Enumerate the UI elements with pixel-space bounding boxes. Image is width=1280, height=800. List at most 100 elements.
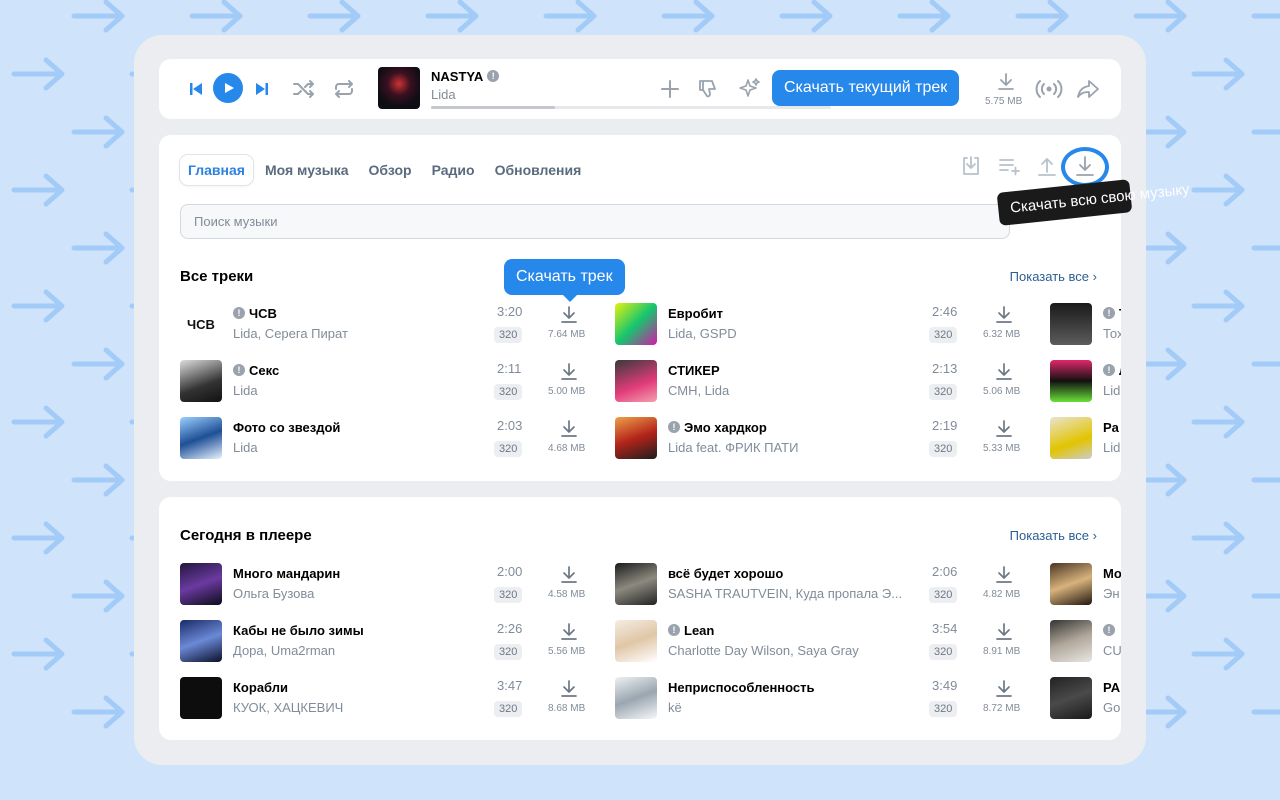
download-icon[interactable]	[993, 304, 1015, 326]
tab-0[interactable]: Главная	[180, 155, 253, 185]
track-row[interactable]: Много мандарин Ольга Бузова 2:00 320 4.58 MB	[180, 563, 600, 607]
background-arrow-icon	[1190, 402, 1250, 442]
track-cover[interactable]	[1050, 620, 1092, 662]
track-artist[interactable]: Дора, Uma2rman	[233, 643, 335, 658]
track-row[interactable]: CU	[1050, 620, 1121, 664]
repeat-icon[interactable]	[329, 74, 359, 104]
download-icon[interactable]	[993, 564, 1015, 586]
track-artist[interactable]: Lid	[1103, 440, 1120, 455]
track-title: Pa	[1103, 420, 1119, 435]
track-artist[interactable]: Lid	[1103, 383, 1120, 398]
track-artist[interactable]: Lida feat. ФРИК ПАТИ	[668, 440, 798, 455]
background-arrow-icon	[10, 634, 70, 674]
sparkle-icon[interactable]	[735, 74, 765, 104]
download-icon[interactable]	[993, 361, 1015, 383]
track-row[interactable]: Эмо хардкор Lida feat. ФРИК ПАТИ 2:19 320 5.…	[615, 417, 1035, 461]
download-icon[interactable]	[993, 678, 1015, 700]
add-playlist-icon[interactable]	[995, 152, 1023, 180]
track-artist[interactable]: Эн	[1103, 586, 1120, 601]
track-cover[interactable]: ЧСВ	[180, 303, 222, 345]
download-icon[interactable]	[558, 304, 580, 326]
tab-1[interactable]: Моя музыка	[257, 155, 357, 185]
current-track-artist[interactable]: Lida	[431, 87, 456, 102]
track-cover[interactable]	[180, 417, 222, 459]
track-artist[interactable]: Lida	[233, 383, 258, 398]
search-input[interactable]: Поиск музыки	[180, 204, 1010, 239]
explicit-icon	[487, 70, 500, 82]
tooltip-caret	[563, 295, 577, 302]
track-row[interactable]: ЧСВ ЧСВ Lida, Серега Пират 3:20 320 7.64 MB	[180, 303, 600, 347]
track-cover[interactable]	[1050, 360, 1092, 402]
track-file-size: 5.33 MB	[983, 443, 1021, 454]
bitrate-badge: 320	[929, 384, 958, 400]
tab-3[interactable]: Радио	[424, 155, 483, 185]
track-artist[interactable]: kё	[668, 700, 682, 715]
upload-icon[interactable]	[1033, 152, 1061, 180]
track-artist[interactable]: СМН, Lida	[668, 383, 729, 398]
track-artist[interactable]: Lida	[233, 440, 258, 455]
track-row[interactable]: Мо Эн	[1050, 563, 1121, 607]
track-cover[interactable]	[180, 563, 222, 605]
track-cover[interactable]	[615, 563, 657, 605]
track-artist[interactable]: Lida, Серега Пират	[233, 326, 348, 341]
share-icon[interactable]	[1073, 74, 1103, 104]
track-row[interactable]: Фото со звездой Lida 2:03 320 4.68 MB	[180, 417, 600, 461]
today-show-all-link[interactable]: Показать все ›	[1010, 528, 1097, 543]
track-artist[interactable]: Charlotte Day Wilson, Saya Gray	[668, 643, 859, 658]
track-cover[interactable]	[615, 360, 657, 402]
track-row[interactable]: всё будет хорошо SASHA TRAUTVEIN, Куда пр…	[615, 563, 1035, 607]
track-cover[interactable]	[615, 303, 657, 345]
track-cover[interactable]	[1050, 303, 1092, 345]
track-cover[interactable]	[1050, 677, 1092, 719]
track-cover[interactable]	[180, 620, 222, 662]
previous-icon[interactable]	[181, 74, 211, 104]
track-artist[interactable]: CU	[1103, 643, 1121, 658]
track-artist[interactable]: Ольга Бузова	[233, 586, 314, 601]
track-cover[interactable]	[615, 620, 657, 662]
track-file-size: 8.72 MB	[983, 703, 1021, 714]
all-tracks-show-all-link[interactable]: Показать все ›	[1010, 269, 1097, 284]
progress-bar[interactable]	[431, 106, 831, 109]
download-icon[interactable]	[558, 678, 580, 700]
track-row[interactable]: Pa Lid	[1050, 417, 1121, 461]
track-artist[interactable]: Lida, GSPD	[668, 326, 737, 341]
track-cover[interactable]	[180, 677, 222, 719]
track-artist[interactable]: Go	[1103, 700, 1120, 715]
download-icon[interactable]	[558, 418, 580, 440]
tab-2[interactable]: Обзор	[361, 155, 420, 185]
next-icon[interactable]	[247, 74, 277, 104]
track-artist[interactable]: КУОК, ХАЦКЕВИЧ	[233, 700, 343, 715]
download-icon[interactable]	[993, 621, 1015, 643]
track-row[interactable]: Секс Lida 2:11 320 5.00 MB	[180, 360, 600, 404]
download-current-icon[interactable]	[991, 67, 1021, 97]
track-row[interactable]: Л Lid	[1050, 360, 1121, 404]
play-icon[interactable]	[213, 73, 243, 103]
track-cover[interactable]	[615, 417, 657, 459]
track-artist[interactable]: Тох	[1103, 326, 1121, 341]
shuffle-icon[interactable]	[289, 74, 319, 104]
broadcast-icon[interactable]	[1034, 74, 1064, 104]
download-icon[interactable]	[558, 621, 580, 643]
download-icon[interactable]	[993, 418, 1015, 440]
download-icon[interactable]	[558, 361, 580, 383]
track-row[interactable]: Неприспособленность kё 3:49 320 8.72 MB	[615, 677, 1035, 721]
import-icon[interactable]	[957, 152, 985, 180]
download-icon[interactable]	[558, 564, 580, 586]
track-row[interactable]: Евробит Lida, GSPD 2:46 320 6.32 MB	[615, 303, 1035, 347]
track-artist[interactable]: SASHA TRAUTVEIN, Куда пропала Э...	[668, 586, 902, 601]
track-cover[interactable]	[1050, 417, 1092, 459]
track-row[interactable]: PA Go	[1050, 677, 1121, 721]
track-row[interactable]: Корабли КУОК, ХАЦКЕВИЧ 3:47 320 8.68 MB	[180, 677, 600, 721]
track-cover[interactable]	[615, 677, 657, 719]
tab-4[interactable]: Обновления	[487, 155, 590, 185]
track-cover[interactable]	[180, 360, 222, 402]
add-icon[interactable]	[655, 74, 685, 104]
track-cover[interactable]	[1050, 563, 1092, 605]
track-row[interactable]: Т Тох	[1050, 303, 1121, 347]
track-row[interactable]: Кабы не было зимы Дора, Uma2rman 2:26 320 5.…	[180, 620, 600, 664]
today-panel: Сегодня в плеере Показать все › Много ма…	[159, 497, 1121, 740]
current-track-cover[interactable]	[378, 67, 420, 109]
track-row[interactable]: СТИКЕР СМН, Lida 2:13 320 5.06 MB	[615, 360, 1035, 404]
dislike-icon[interactable]	[693, 74, 723, 104]
track-row[interactable]: Lean Charlotte Day Wilson, Saya Gray 3:54 3…	[615, 620, 1035, 664]
